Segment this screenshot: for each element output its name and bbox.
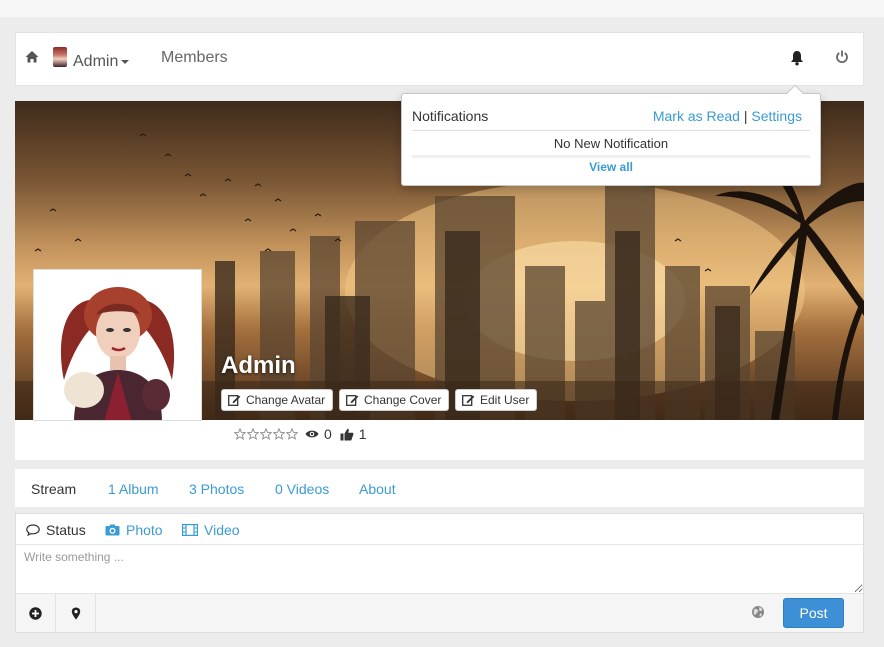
star-icon[interactable] — [247, 428, 259, 440]
likes-count: 1 — [358, 426, 367, 442]
star-icon[interactable] — [234, 428, 246, 440]
user-menu[interactable]: Admin — [73, 53, 130, 71]
navbar: Admin Members — [15, 32, 864, 86]
home-icon[interactable] — [25, 50, 39, 64]
composer-tab-photo-label: Photo — [126, 522, 163, 538]
tab-photos[interactable]: 3 Photos — [189, 481, 244, 497]
top-strip — [0, 0, 884, 17]
members-link[interactable]: Members — [161, 49, 228, 67]
notification-settings-link[interactable]: Settings — [751, 108, 802, 124]
plus-circle-icon — [29, 606, 42, 620]
tab-videos[interactable]: 0 Videos — [275, 481, 329, 497]
thumbs-up-icon[interactable] — [340, 428, 354, 441]
change-avatar-label: Change Avatar — [246, 393, 326, 407]
composer-tabs: Status Photo Video — [16, 514, 863, 545]
tab-about[interactable]: About — [359, 481, 396, 497]
profile-tabs: Stream 1 Album 3 Photos 0 Videos About — [15, 469, 864, 507]
speech-bubble-icon — [26, 524, 40, 536]
change-cover-label: Change Cover — [364, 393, 442, 407]
post-button[interactable]: Post — [783, 598, 844, 628]
star-icon[interactable] — [273, 428, 285, 440]
edit-icon — [346, 395, 359, 406]
tab-album[interactable]: 1 Album — [108, 481, 159, 497]
avatar[interactable] — [53, 47, 67, 67]
rating-stars[interactable] — [234, 428, 299, 440]
map-marker-icon — [71, 607, 80, 619]
status-input[interactable] — [16, 546, 863, 593]
actions-separator: | — [743, 108, 748, 124]
composer-tab-video-label: Video — [204, 522, 240, 538]
composer-tab-video[interactable]: Video — [182, 522, 240, 538]
composer-toolbar: Post — [16, 593, 863, 632]
change-cover-button[interactable]: Change Cover — [339, 389, 450, 411]
camera-icon — [105, 524, 120, 536]
divider — [412, 155, 810, 158]
eye-icon — [305, 430, 319, 438]
view-all-link[interactable]: View all — [402, 160, 820, 174]
composer-tab-status[interactable]: Status — [26, 522, 86, 538]
edit-user-label: Edit User — [480, 393, 530, 407]
notifications-dropdown: Notifications Mark as Read | Settings No… — [401, 84, 821, 186]
location-button[interactable] — [56, 594, 96, 632]
composer-tab-photo[interactable]: Photo — [105, 522, 163, 538]
edit-icon — [228, 395, 241, 406]
composer-tab-status-label: Status — [46, 522, 86, 538]
user-menu-label: Admin — [73, 53, 119, 70]
power-icon[interactable] — [835, 49, 849, 65]
dropdown-arrow — [786, 84, 804, 102]
bell-icon[interactable] — [790, 50, 804, 66]
profile-avatar[interactable] — [33, 269, 202, 421]
edit-user-button[interactable]: Edit User — [455, 389, 538, 411]
change-avatar-button[interactable]: Change Avatar — [221, 389, 334, 411]
mark-as-read-link[interactable]: Mark as Read — [653, 108, 740, 124]
globe-icon[interactable] — [751, 605, 765, 619]
divider — [412, 130, 810, 131]
notifications-actions: Mark as Read | Settings — [653, 108, 802, 124]
add-attachment-button[interactable] — [16, 594, 56, 632]
post-composer: Status Photo Video Post — [15, 513, 864, 633]
star-icon[interactable] — [286, 428, 298, 440]
notifications-empty-text: No New Notification — [553, 136, 669, 151]
notifications-title: Notifications — [412, 108, 489, 124]
profile-name: Admin — [221, 352, 296, 379]
star-icon[interactable] — [260, 428, 272, 440]
tab-stream[interactable]: Stream — [31, 481, 76, 497]
edit-icon — [462, 395, 475, 406]
film-icon — [182, 524, 198, 536]
caret-down-icon — [121, 59, 130, 64]
profile-stats: 0 1 — [234, 425, 375, 443]
views-count: 0 — [324, 426, 332, 442]
